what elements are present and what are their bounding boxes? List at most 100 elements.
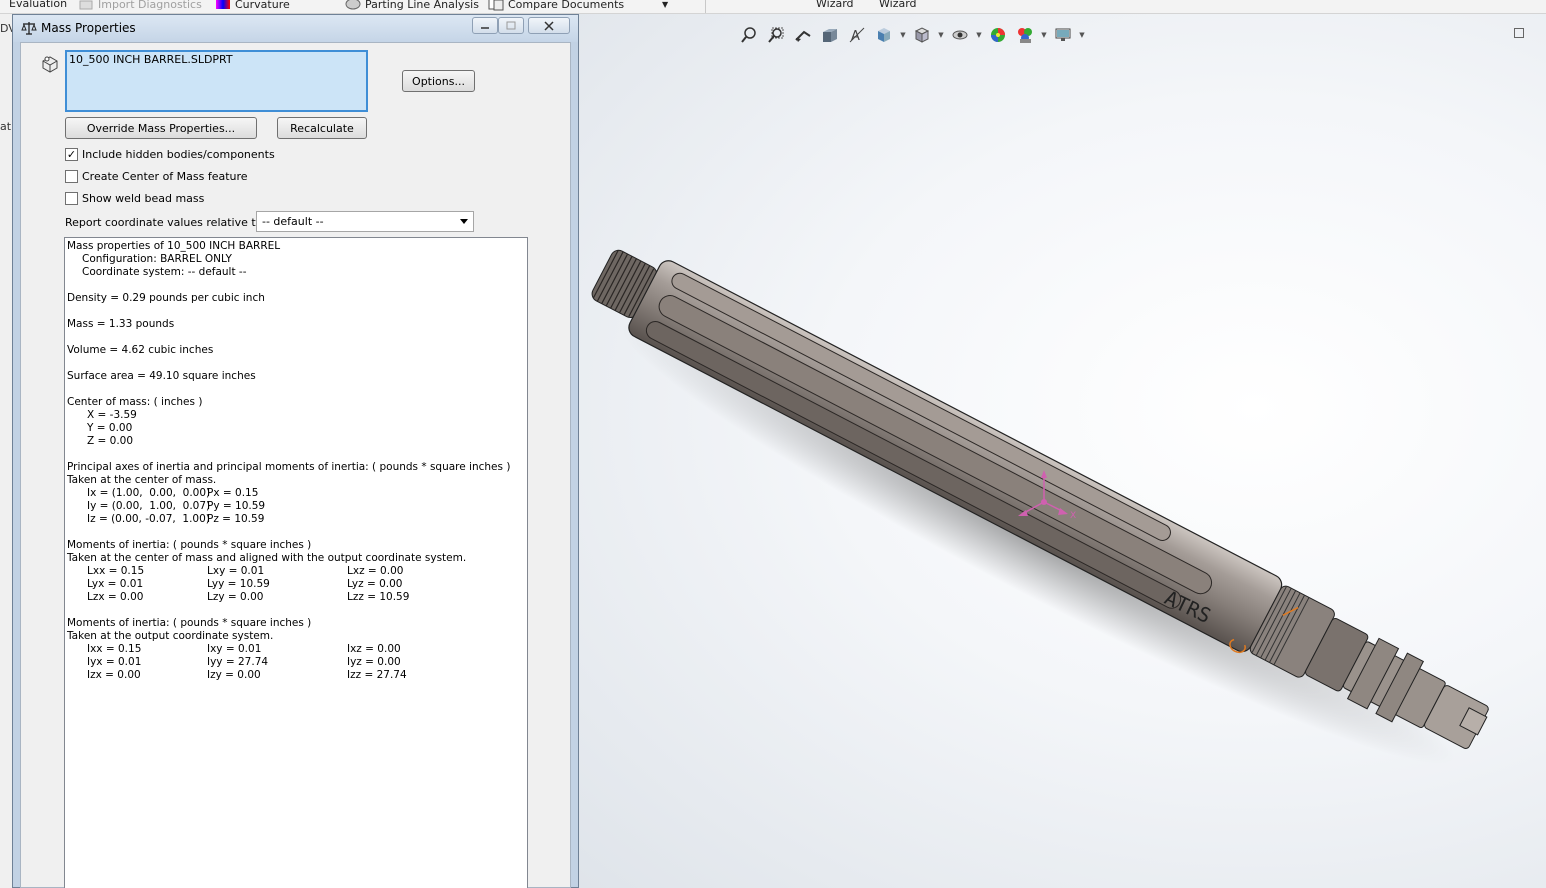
results-volume: Volume = 4.62 cubic inches: [67, 344, 214, 356]
curvature-button[interactable]: Curvature: [215, 0, 290, 11]
override-mass-properties-button[interactable]: Override Mass Properties...: [65, 117, 257, 139]
checkbox-label: Include hidden bodies/components: [82, 147, 275, 161]
moment-value: Lyz = 0.00: [347, 578, 403, 590]
moment-value: Lzz = 10.59: [347, 591, 410, 603]
scale-icon: [21, 22, 37, 35]
center-of-mass-x: X = -3.59: [87, 409, 137, 421]
report-coordinate-label: Report coordinate values relative to:: [65, 215, 267, 229]
moments-output-row: Izx = 0.00 Izy = 0.00 Izz = 27.74: [67, 669, 525, 682]
moment-value: Ixz = 0.00: [347, 643, 401, 655]
moment-value: Iyy = 27.74: [207, 656, 269, 668]
checkbox-label: Show weld bead mass: [82, 191, 205, 205]
results-configuration: Configuration: BARREL ONLY: [82, 253, 232, 265]
results-mass: Mass = 1.33 pounds: [67, 318, 175, 330]
parting-line-analysis-button[interactable]: Parting Line Analysis: [345, 0, 479, 11]
results-header: Mass properties of 10_500 INCH BARREL: [67, 240, 281, 252]
principal-row: Iy = (0.00, 1.00, 0.07) Py = 10.59: [67, 500, 525, 513]
background-text-fragment: at: [0, 120, 12, 133]
moment-value: Ixy = 0.01: [207, 643, 262, 655]
results-surface-area: Surface area = 49.10 square inches: [67, 370, 256, 382]
center-of-mass-y: Y = 0.00: [87, 422, 133, 434]
moment-value: Lzy = 0.00: [207, 591, 264, 603]
mass-properties-dialog: Mass Properties 10_500 INCH BARREL.SLDPR…: [12, 14, 579, 888]
diagnostics-icon: [79, 0, 93, 10]
moment-value: Lxy = 0.01: [207, 565, 265, 577]
coordinate-system-dropdown[interactable]: -- default --: [256, 211, 474, 232]
moment-value: Lzx = 0.00: [87, 591, 144, 603]
moment-value: Iyz = 0.00: [347, 656, 401, 668]
moment-value: Lyx = 0.01: [87, 578, 144, 590]
close-button[interactable]: [528, 17, 570, 34]
moment-value: Lxz = 0.00: [347, 565, 404, 577]
moment-value: Izx = 0.00: [87, 669, 141, 681]
moments-output-subtitle: Taken at the output coordinate system.: [67, 630, 274, 642]
chevron-down-icon: [460, 219, 468, 224]
principal-row: Ix = (1.00, 0.00, 0.00) Px = 0.15: [67, 487, 525, 500]
import-diagnostics-button[interactable]: Import Diagnostics: [78, 0, 202, 11]
toolbar-dropdown-arrow[interactable]: ▼: [662, 0, 668, 9]
barrel-body: ATRS: [591, 249, 1489, 749]
moments-com-subtitle: Taken at the center of mass and aligned …: [67, 552, 467, 564]
principal-moment: Px = 0.15: [207, 487, 259, 499]
minimize-button[interactable]: [472, 17, 498, 34]
maximize-button[interactable]: [498, 17, 524, 34]
moments-com-title: Moments of inertia: ( pounds * square in…: [67, 539, 312, 551]
principal-axis: Ix = (1.00, 0.00, 0.00): [87, 487, 211, 499]
moments-output-row: Ixx = 0.15 Ixy = 0.01 Ixz = 0.00: [67, 643, 525, 656]
include-hidden-bodies-option[interactable]: ✓ Include hidden bodies/components: [65, 146, 275, 162]
create-center-of-mass-checkbox[interactable]: [65, 169, 78, 183]
moment-value: Lxx = 0.15: [87, 565, 145, 577]
wizard-button-1[interactable]: Wizard: [816, 0, 854, 10]
options-button[interactable]: Options...: [402, 70, 475, 92]
mass-properties-results[interactable]: Mass properties of 10_500 INCH BARREL Co…: [64, 237, 528, 888]
tab-evaluation[interactable]: Evaluation: [9, 0, 67, 10]
moment-value: Ixx = 0.15: [87, 643, 142, 655]
barrel-model: ATRS X: [591, 249, 1489, 765]
results-coordinate-system: Coordinate system: -- default --: [82, 266, 247, 278]
moment-value: Lyy = 10.59: [207, 578, 270, 590]
dialog-title-bar[interactable]: Mass Properties: [13, 15, 578, 42]
coordinate-system-value: -- default --: [262, 215, 324, 228]
moments-com-row: Lzx = 0.00 Lzy = 0.00 Lzz = 10.59: [67, 591, 525, 604]
curvature-icon: [216, 0, 230, 9]
moments-output-row: Iyx = 0.01 Iyy = 27.74 Iyz = 0.00: [67, 656, 525, 669]
checkbox-label: Create Center of Mass feature: [82, 169, 248, 183]
results-density: Density = 0.29 pounds per cubic inch: [67, 292, 265, 304]
principal-axes-subtitle: Taken at the center of mass.: [67, 474, 217, 486]
moments-com-row: Lxx = 0.15 Lxy = 0.01 Lxz = 0.00: [67, 565, 525, 578]
close-icon: [544, 20, 554, 31]
graphics-viewport[interactable]: A ▼ ▼ ▼ ▼ ▼: [578, 14, 1546, 888]
moment-value: Izz = 27.74: [347, 669, 407, 681]
part-icon: [42, 56, 58, 73]
wizard-button-2[interactable]: Wizard: [879, 0, 917, 10]
dialog-title: Mass Properties: [41, 21, 136, 35]
principal-row: Iz = (0.00, -0.07, 1.00) Pz = 10.59: [67, 513, 525, 526]
toolbar-separator: [705, 0, 706, 13]
principal-axis: Iy = (0.00, 1.00, 0.07): [87, 500, 211, 512]
moments-output-title: Moments of inertia: ( pounds * square in…: [67, 617, 312, 629]
principal-moment: Pz = 10.59: [207, 513, 265, 525]
command-manager-strip: Evaluation Import Diagnostics Curvature …: [0, 0, 1546, 14]
maximize-icon: [506, 21, 516, 30]
principal-axes-title: Principal axes of inertia and principal …: [67, 461, 511, 473]
triad-axis-label: X: [1070, 511, 1076, 521]
moments-com-row: Lyx = 0.01 Lyy = 10.59 Lyz = 0.00: [67, 578, 525, 591]
recalculate-button[interactable]: Recalculate: [277, 117, 367, 139]
show-weld-bead-mass-checkbox[interactable]: [65, 191, 78, 205]
dialog-body: 10_500 INCH BARREL.SLDPRT Options... Ove…: [20, 42, 571, 888]
moment-value: Iyx = 0.01: [87, 656, 142, 668]
parting-line-icon: [345, 0, 361, 10]
center-of-mass-title: Center of mass: ( inches ): [67, 396, 203, 408]
compare-documents-button[interactable]: Compare Documents: [488, 0, 624, 11]
center-of-mass-z: Z = 0.00: [87, 435, 134, 447]
principal-moment: Py = 10.59: [207, 500, 266, 512]
create-center-of-mass-option[interactable]: Create Center of Mass feature: [65, 168, 248, 184]
selected-items-list[interactable]: 10_500 INCH BARREL.SLDPRT: [65, 50, 368, 112]
show-weld-bead-mass-option[interactable]: Show weld bead mass: [65, 190, 204, 206]
minimize-icon: [481, 26, 489, 29]
include-hidden-bodies-checkbox[interactable]: ✓: [65, 147, 78, 161]
selected-item[interactable]: 10_500 INCH BARREL.SLDPRT: [69, 53, 233, 66]
compare-documents-icon: [488, 0, 504, 11]
moment-value: Izy = 0.00: [207, 669, 261, 681]
principal-axis: Iz = (0.00, -0.07, 1.00): [87, 513, 210, 525]
